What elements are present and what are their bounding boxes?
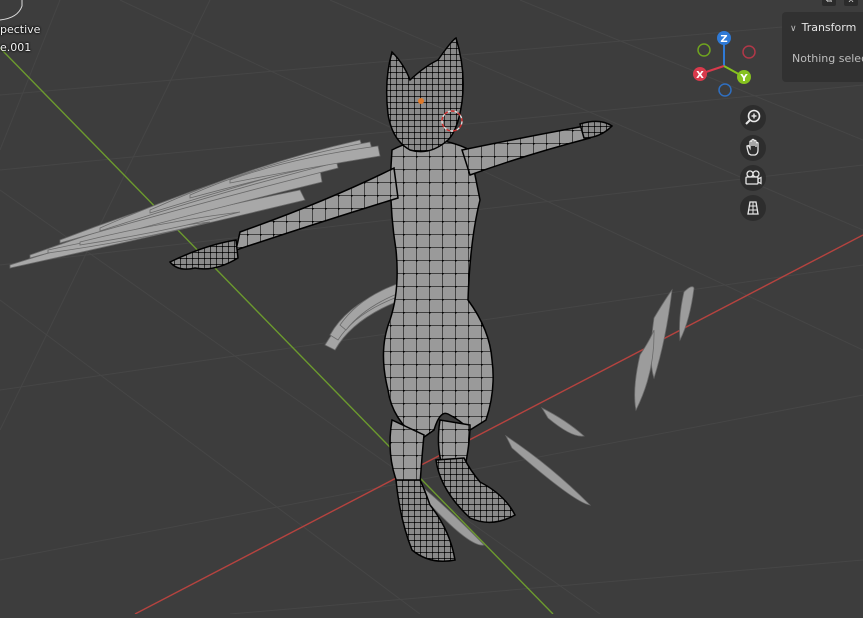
zoom-button[interactable]	[740, 105, 766, 131]
eye	[418, 98, 424, 104]
empty-selection-message: Nothing selec	[792, 52, 863, 65]
ortho-toggle-button[interactable]	[740, 195, 766, 221]
navigation-gizmo[interactable]: Z X Y	[688, 26, 760, 102]
header-buttons: ⧉ x	[818, 0, 863, 8]
view-name-label: pective	[0, 23, 41, 36]
x-label: X	[696, 70, 704, 81]
navigation-circle-partial	[0, 0, 23, 21]
hand-icon	[746, 138, 759, 156]
transform-panel-header[interactable]: ∨ Transform	[790, 21, 856, 34]
camera-icon	[745, 170, 762, 185]
magnifier-plus-icon	[745, 109, 761, 125]
pan-button[interactable]	[740, 135, 766, 161]
x-axis-line	[134, 234, 863, 615]
chevron-down-icon: ∨	[790, 24, 797, 34]
camera-view-button[interactable]	[740, 165, 766, 191]
object-name-label: e.001	[0, 41, 32, 54]
sidebar-panel: ∨ Transform Nothing selec	[782, 12, 863, 82]
y-label: Y	[739, 73, 748, 84]
panel-title: Transform	[801, 21, 857, 34]
z-label: Z	[720, 34, 727, 45]
close-button[interactable]: x	[844, 0, 858, 6]
grid-icon	[747, 201, 759, 215]
collapse-icon[interactable]: ⧉	[822, 0, 836, 6]
